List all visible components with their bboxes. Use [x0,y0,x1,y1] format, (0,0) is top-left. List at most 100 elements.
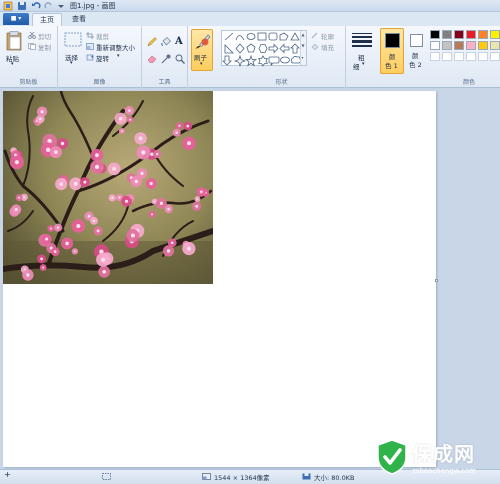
blossom-center [96,229,100,233]
blossom-center [76,224,81,228]
eraser-icon[interactable] [147,54,157,64]
rounded-callout-shape-icon [268,56,280,66]
palette-swatch[interactable] [478,41,488,50]
canvas-resize-handle[interactable] [435,279,438,282]
palette-swatch[interactable] [466,30,476,39]
paste-dropdown-icon[interactable]: ▾ [11,61,14,67]
outline-label: 轮廓 [321,33,334,41]
window-title: 图1.jpg - 画图 [70,2,116,10]
blossom-center [112,167,116,171]
palette-swatch[interactable] [454,41,464,50]
color2-button[interactable]: 颜 色 2 [406,28,428,74]
oval-callout-shape-icon [280,56,290,64]
blossom-center [101,257,106,262]
rotate-dropdown-icon[interactable]: ▾ [117,53,120,59]
cut-button[interactable]: 剪切 [28,31,56,41]
blossom-center [159,201,163,205]
blossom-center [129,118,132,121]
blossom-center [149,181,153,186]
plum-blossom-photo [3,91,213,284]
select-dropdown-icon[interactable]: ▾ [70,60,73,66]
blossom-center [87,214,91,218]
blossom-center [186,246,191,251]
palette-swatch[interactable] [490,41,500,50]
tab-home[interactable]: 主页 [32,13,62,26]
tab-view[interactable]: 查看 [64,13,94,26]
resize-button[interactable]: 重新调整大小 [86,42,142,52]
fill-bucket-icon[interactable] [161,37,171,47]
shapes-scroll-down-icon[interactable]: ▼ [302,43,305,48]
shapes-group-label: 形状 [275,79,288,86]
blossom-center [18,196,21,199]
color1-button[interactable]: 颜 色 1 [380,28,404,74]
blossom-center [138,136,143,141]
copy-icon [28,43,36,50]
crop-button[interactable]: 裁剪 [86,31,136,41]
color-picker-icon[interactable] [161,54,171,64]
blossom-center [140,171,144,175]
palette-empty-slot[interactable] [442,52,452,61]
palette-swatch[interactable] [430,30,440,39]
cut-label: 剪切 [38,33,51,41]
file-size-icon [302,473,312,481]
left-arrow-shape-icon [279,43,290,54]
copy-button[interactable]: 复制 [28,42,56,52]
line-width-icon [352,33,372,47]
rotate-icon [86,54,94,61]
shapes-group: ▲ ▼ ▾ 轮廓 填充 形状 [218,26,346,88]
shapes-scroll-up-icon[interactable]: ▲ [302,32,305,37]
pencil-icon[interactable] [147,37,157,47]
palette-swatch[interactable] [466,41,476,50]
palette-empty-slot[interactable] [490,52,500,61]
palette-empty-slot[interactable] [478,52,488,61]
size-button[interactable]: 粗 细 ▾ [350,30,374,72]
watermark-url: zsbaochengw.com [412,467,477,475]
drawing-canvas[interactable] [3,91,438,467]
select-icon[interactable] [64,32,82,48]
canvas-workspace[interactable] [0,89,500,469]
blossom-center [186,124,190,128]
image-dimensions-icon [202,473,212,481]
palette-empty-slot[interactable] [454,52,464,61]
paste-icon[interactable] [6,31,22,51]
blossom-center [14,153,17,157]
magnifier-icon[interactable] [175,54,185,64]
blossom-center [121,130,123,132]
palette-swatch[interactable] [442,41,452,50]
palette-empty-slot[interactable] [466,52,476,61]
blossom-center [167,207,170,211]
customize-toolbar-icon[interactable] [56,1,66,11]
colors-group-label: 颜色 [462,79,475,86]
line-shape-icon [224,32,234,41]
palette-swatch[interactable] [490,30,500,39]
palette-swatch[interactable] [454,30,464,39]
curve-shape-icon [235,35,245,41]
palette-swatch[interactable] [430,41,440,50]
palette-swatch[interactable] [478,30,488,39]
watermark-brand: 保成网 [412,442,475,466]
brushes-button[interactable]: 刷子 ▾ [191,29,213,71]
blossom-center [83,180,87,184]
outline-button[interactable]: 轮廓 [311,31,345,41]
palette-swatch[interactable] [442,30,452,39]
fill-button[interactable]: 填充 [311,42,345,52]
shapes-expand-icon[interactable]: ▾ [302,55,304,60]
file-menu-button[interactable]: ■ ▾ [3,13,29,25]
blossom-center [94,164,100,169]
text-tool-icon[interactable]: A [175,36,185,47]
blossom-center [150,152,154,156]
pentagon-shape-icon [246,43,256,53]
copy-label: 复制 [38,44,51,52]
blossom-center [73,181,78,186]
crop-icon [86,32,94,39]
rotate-button[interactable]: 旋转 ▾ [86,53,126,63]
blossom-center [156,152,159,156]
redo-icon[interactable] [44,1,54,11]
size-dropdown-icon: ▾ [362,61,365,67]
save-icon[interactable] [17,1,27,11]
palette-empty-slot[interactable] [430,52,440,61]
undo-icon[interactable] [31,1,41,11]
blossom-center [128,109,131,112]
shapes-scrollbar[interactable]: ▲ ▼ ▾ [300,31,306,65]
image-group: 选择 ▾ 裁剪 重新调整大小 旋转 ▾ 图像 [58,26,142,88]
